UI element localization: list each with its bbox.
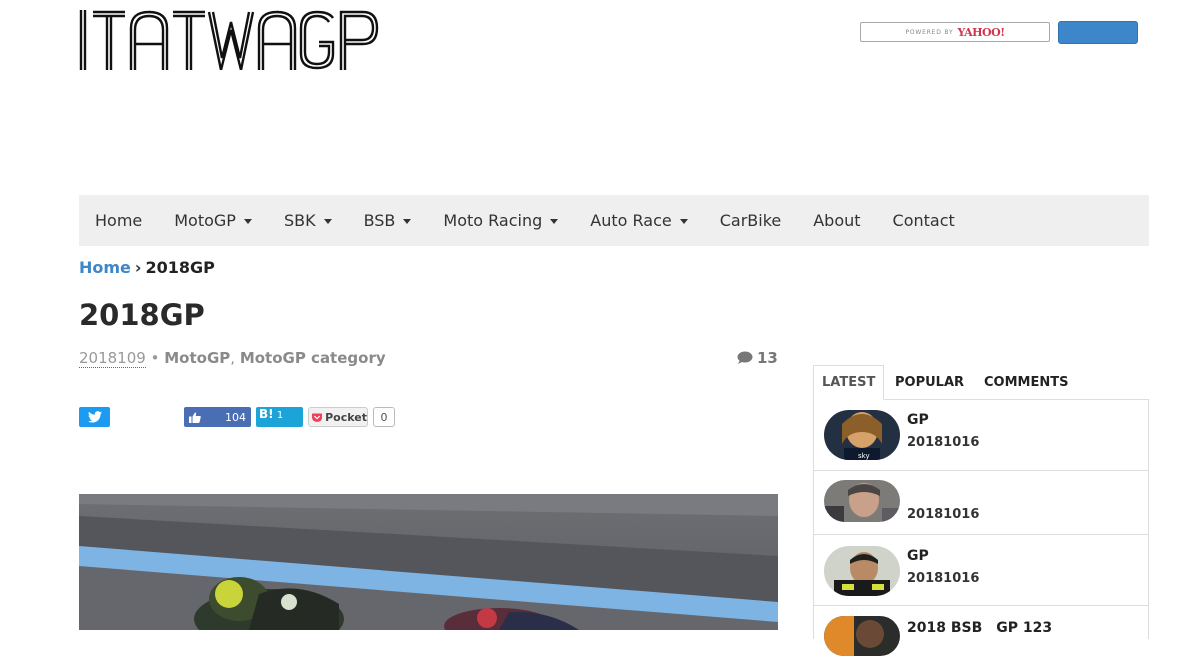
nav-item-label: Auto Race	[590, 211, 672, 230]
facebook-like-button[interactable]: 104	[184, 407, 251, 427]
list-item[interactable]: sky GP 20181016	[814, 399, 1148, 471]
nav-item-label: About	[813, 211, 861, 230]
category-link-motogp[interactable]: MotoGP	[164, 349, 230, 367]
nav-item-sbk[interactable]: SBK	[268, 195, 348, 246]
comment-icon	[737, 351, 753, 364]
breadcrumb-separator: ›	[134, 258, 142, 277]
nav-item-about[interactable]: About	[797, 195, 876, 246]
nav-item-label: CarBike	[719, 211, 782, 230]
main-nav: Home MotoGP SBK BSB Moto Racing Auto Rac…	[79, 195, 1149, 246]
post-thumbnail[interactable]: sky	[824, 410, 900, 460]
twitter-icon	[87, 411, 102, 423]
nav-item-label: BSB	[363, 211, 396, 230]
hatena-bookmark-button[interactable]: B! 1	[256, 407, 303, 427]
meta-bullet: •	[150, 349, 160, 367]
category-link-motogp-category[interactable]: MotoGP category	[240, 349, 386, 367]
post-title[interactable]: GP	[907, 548, 929, 564]
nav-item-label: MotoGP	[174, 211, 236, 230]
comments-link[interactable]: 13	[737, 349, 778, 367]
nav-item-label: Home	[95, 211, 143, 230]
meta-comma: ,	[230, 349, 236, 367]
tab-latest[interactable]: LATEST	[813, 365, 885, 400]
pocket-label: Pocket	[325, 410, 367, 424]
post-thumbnail[interactable]	[824, 546, 900, 596]
thumbs-up-icon	[189, 412, 201, 423]
nav-item-label: Contact	[892, 211, 955, 230]
post-date: 20181016	[907, 571, 980, 586]
pocket-icon	[312, 413, 323, 422]
nav-item-moto-racing[interactable]: Moto Racing	[427, 195, 574, 246]
comment-count: 13	[757, 349, 778, 367]
nav-item-home[interactable]: Home	[79, 195, 158, 246]
nav-item-contact[interactable]: Contact	[877, 195, 971, 246]
post-thumbnail[interactable]	[824, 480, 900, 522]
post-thumbnail[interactable]	[824, 616, 900, 656]
nav-item-label: Moto Racing	[443, 211, 543, 230]
post-date: 20181016	[907, 435, 980, 450]
nav-item-carbike[interactable]: CarBike	[704, 195, 798, 246]
nav-item-motogp[interactable]: MotoGP	[158, 195, 268, 246]
search-input[interactable]: POWERED BY YAHOO!	[860, 22, 1050, 42]
caret-down-icon	[323, 219, 332, 224]
pocket-button[interactable]: Pocket	[308, 407, 368, 427]
powered-by-label: POWERED BY	[905, 28, 954, 36]
like-count: 104	[225, 410, 246, 424]
nav-item-label: SBK	[283, 211, 316, 230]
hatena-count: 1	[276, 410, 284, 421]
list-item[interactable]: 20181016	[814, 471, 1148, 535]
sidebar-tabs: LATEST POPULAR COMMENTS	[813, 365, 1149, 400]
post-title[interactable]: GP	[907, 412, 929, 428]
nav-item-auto-race[interactable]: Auto Race	[574, 195, 703, 246]
svg-text:sky: sky	[858, 452, 870, 460]
tab-comments[interactable]: COMMENTS	[984, 365, 1068, 400]
list-item[interactable]: GP 20181016	[814, 535, 1148, 606]
twitter-share-button[interactable]	[79, 407, 110, 427]
breadcrumb-current: 2018GP	[145, 258, 215, 277]
breadcrumb: Home › 2018GP	[79, 258, 215, 277]
caret-down-icon	[679, 219, 688, 224]
breadcrumb-home-link[interactable]: Home	[79, 258, 131, 277]
caret-down-icon	[550, 219, 559, 224]
post-title[interactable]: 2018 BSB GP 123	[907, 617, 1052, 637]
post-date: 20181016	[907, 507, 980, 522]
post-date: 2018109	[79, 349, 146, 368]
post-meta: 2018109 • MotoGP, MotoGP category	[79, 349, 386, 368]
site-logo[interactable]	[79, 10, 381, 70]
yahoo-logo: YAHOO!	[957, 25, 1005, 39]
site-logo-wordmark	[79, 10, 379, 70]
page-title: 2018GP	[79, 298, 205, 332]
latest-posts-list: sky GP 20181016 20181016 GP 20181016 201…	[813, 399, 1149, 656]
search-button[interactable]	[1058, 21, 1138, 44]
tab-popular[interactable]: POPULAR	[895, 365, 964, 400]
hatena-icon: B!	[259, 407, 274, 421]
pocket-count: 0	[373, 407, 395, 427]
caret-down-icon	[403, 219, 412, 224]
nav-item-bsb[interactable]: BSB	[348, 195, 428, 246]
article-hero-image	[79, 494, 778, 630]
list-item[interactable]: 2018 BSB GP 123	[814, 606, 1148, 656]
caret-down-icon	[243, 219, 252, 224]
